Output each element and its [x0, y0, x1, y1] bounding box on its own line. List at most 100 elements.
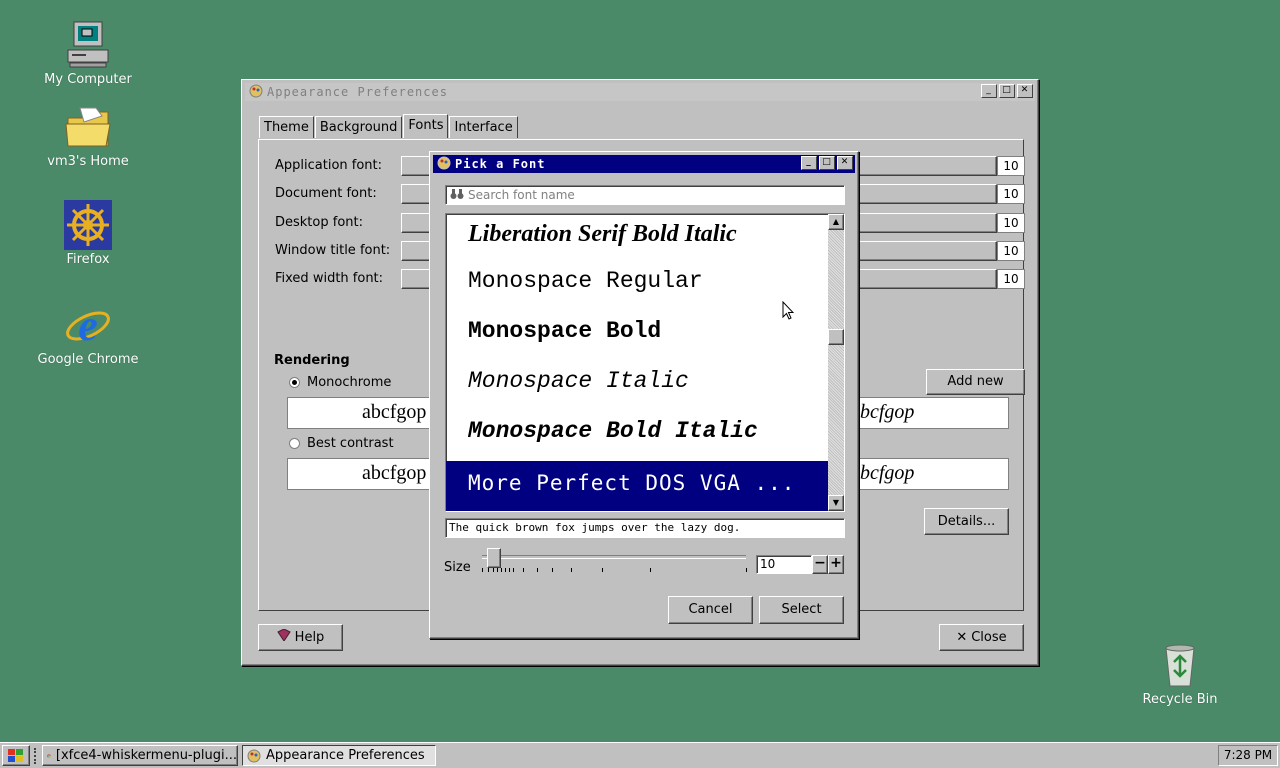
- font-list-item-selected[interactable]: More Perfect DOS VGA ...: [446, 461, 828, 511]
- close-window-button[interactable]: ✕: [837, 156, 853, 170]
- close-icon: ✕: [956, 630, 968, 645]
- font-row-label: Desktop font:: [275, 215, 363, 230]
- sample-text-field[interactable]: The quick brown fox jumps over the lazy …: [445, 518, 845, 538]
- tab-interface[interactable]: Interface: [449, 116, 518, 138]
- appearance-icon: [437, 156, 451, 173]
- font-size-field[interactable]: 10: [997, 156, 1025, 176]
- task-label: Appearance Preferences: [266, 748, 425, 763]
- select-button[interactable]: Select: [759, 596, 844, 624]
- font-list-item[interactable]: Monospace Italic: [446, 359, 828, 409]
- tab-fonts[interactable]: Fonts: [403, 114, 449, 138]
- desktop-icon-label: Google Chrome: [37, 352, 139, 367]
- taskbar-handle-icon: [34, 748, 38, 764]
- radio-best-contrast[interactable]: Best contrast: [289, 436, 394, 451]
- pick-font-dialog: Pick a Font _ □ ✕ Search font name Liber…: [429, 151, 859, 639]
- desktop-icon-recycle-bin[interactable]: Recycle Bin: [1120, 640, 1240, 707]
- scroll-down-button[interactable]: ▼: [828, 495, 844, 511]
- tab-bar: Theme Background Fonts Interface: [259, 114, 519, 138]
- font-row-label: Application font:: [275, 158, 383, 173]
- task-label: [xfce4-whiskermenu-plugi...: [55, 748, 237, 763]
- task-whiskermenu[interactable]: [xfce4-whiskermenu-plugi...: [42, 745, 238, 766]
- font-list-item[interactable]: Monospace Bold: [446, 309, 828, 359]
- size-slider-thumb[interactable]: [487, 548, 501, 568]
- scroll-up-button[interactable]: ▲: [828, 214, 844, 230]
- preview-text-italic: bcfgop: [860, 401, 915, 423]
- rendering-title: Rendering: [274, 353, 350, 368]
- window-title: Appearance Preferences: [267, 85, 448, 99]
- tab-theme[interactable]: Theme: [259, 116, 314, 138]
- size-slider-ticks: [482, 568, 748, 574]
- size-increment-button[interactable]: +: [828, 555, 844, 574]
- font-list: Liberation Serif Bold Italic Monospace R…: [445, 213, 845, 512]
- desktop-icon-label: vm3's Home: [47, 154, 129, 169]
- help-label: Help: [294, 630, 325, 645]
- font-size-field[interactable]: 10: [997, 241, 1025, 261]
- font-list-item[interactable]: Monospace Regular: [446, 259, 828, 309]
- radio-label: Best contrast: [307, 436, 394, 451]
- radio-monochrome[interactable]: Monochrome: [289, 375, 391, 390]
- desktop-icon-home[interactable]: vm3's Home: [28, 102, 148, 169]
- size-spinbox: 10 − +: [756, 555, 844, 574]
- size-decrement-button[interactable]: −: [812, 555, 828, 574]
- svg-text:e: e: [78, 301, 98, 350]
- ie-icon: e: [66, 301, 110, 350]
- help-button[interactable]: Help: [258, 624, 343, 651]
- cancel-button[interactable]: Cancel: [668, 596, 753, 624]
- book-icon: [276, 625, 291, 650]
- maximize-button[interactable]: □: [819, 156, 835, 170]
- search-placeholder: Search font name: [468, 188, 575, 202]
- dialog-titlebar[interactable]: Pick a Font _ □ ✕: [433, 155, 855, 173]
- clock[interactable]: 7:28 PM: [1218, 745, 1278, 766]
- font-size-field[interactable]: 10: [997, 213, 1025, 233]
- desktop-icon-chrome[interactable]: e Google Chrome: [28, 300, 148, 367]
- desktop-icon-label: Firefox: [66, 252, 110, 267]
- task-appearance-preferences[interactable]: Appearance Preferences: [242, 745, 436, 766]
- recycle-bin-icon: [1165, 644, 1195, 687]
- desktop-icon-my-computer[interactable]: My Computer: [28, 20, 148, 87]
- close-window-button[interactable]: ✕: [1017, 84, 1033, 98]
- preview-text: abcfgop: [362, 401, 427, 423]
- font-row-label: Fixed width font:: [275, 271, 384, 286]
- appearance-icon: [249, 84, 263, 101]
- start-menu-button[interactable]: [2, 745, 30, 766]
- chrome-icon: [47, 753, 51, 758]
- desktop-icon-label: Recycle Bin: [1142, 692, 1218, 707]
- tab-background[interactable]: Background: [314, 116, 403, 138]
- size-slider-track[interactable]: [482, 555, 746, 559]
- size-label: Size: [444, 560, 471, 575]
- size-input[interactable]: 10: [756, 555, 812, 574]
- close-label: Close: [971, 630, 1007, 645]
- window-titlebar[interactable]: Appearance Preferences _ □ ✕: [245, 83, 1035, 101]
- font-list-item[interactable]: Monospace Bold Italic: [446, 409, 828, 459]
- search-font-input[interactable]: Search font name: [445, 185, 845, 205]
- radio-button[interactable]: [289, 377, 300, 388]
- font-size-field[interactable]: 10: [997, 269, 1025, 289]
- binoculars-icon: [450, 188, 464, 203]
- minimize-button[interactable]: _: [981, 84, 997, 98]
- computer-icon: [67, 21, 109, 68]
- preview-text-italic: bcfgop: [860, 462, 915, 484]
- windows-logo-icon: [8, 748, 23, 762]
- radio-label: Monochrome: [307, 375, 392, 390]
- taskbar: [xfce4-whiskermenu-plugi... Appearance P…: [0, 742, 1280, 768]
- font-row-label: Document font:: [275, 186, 377, 201]
- font-size-field[interactable]: 10: [997, 184, 1025, 204]
- folder-icon: [65, 107, 111, 147]
- font-list-item[interactable]: Liberation Serif Bold Italic: [446, 214, 828, 262]
- close-button[interactable]: ✕ Close: [939, 624, 1024, 651]
- font-row-label: Window title font:: [275, 243, 391, 258]
- preview-text: abcfgop: [362, 462, 427, 484]
- scroll-thumb[interactable]: [828, 329, 844, 345]
- helm-icon: [64, 200, 112, 250]
- maximize-button[interactable]: □: [999, 84, 1015, 98]
- dialog-title: Pick a Font: [455, 157, 546, 171]
- desktop-icon-label: My Computer: [44, 72, 132, 87]
- radio-button[interactable]: [289, 438, 300, 449]
- mouse-pointer-icon: [782, 301, 794, 320]
- font-list-scrollbar[interactable]: ▲ ▼: [828, 214, 844, 511]
- minimize-button[interactable]: _: [801, 156, 817, 170]
- appearance-icon: [247, 749, 261, 762]
- details-button[interactable]: Details...: [924, 508, 1009, 535]
- add-new-font-button[interactable]: Add new font...: [926, 369, 1025, 413]
- desktop-icon-firefox[interactable]: Firefox: [28, 200, 148, 267]
